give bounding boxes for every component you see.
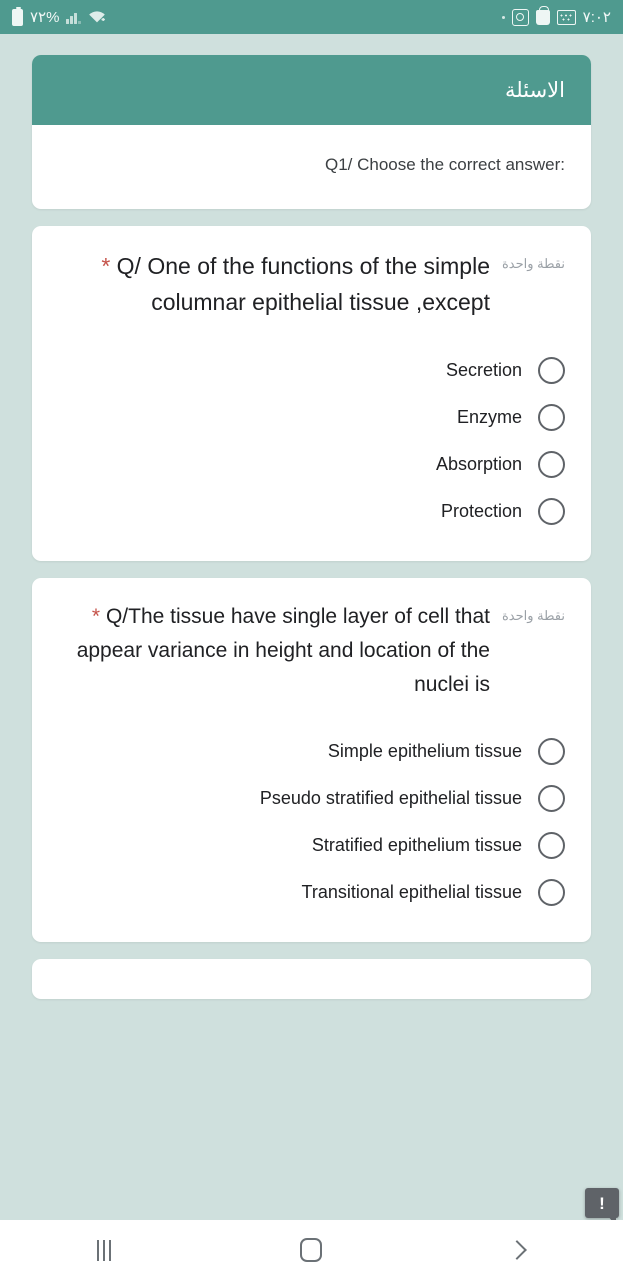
question-title: * Q/The tissue have single layer of cell…: [58, 600, 490, 702]
back-button[interactable]: [484, 1220, 554, 1280]
dot-icon: [501, 15, 505, 19]
home-icon: [300, 1238, 323, 1262]
radio-button-icon[interactable]: [538, 356, 565, 384]
option-row[interactable]: Secretion: [58, 347, 565, 394]
question-header: نقطة واحدة * Q/ One of the functions of …: [58, 248, 565, 321]
required-asterisk: *: [101, 253, 111, 279]
question-points-label: نقطة واحدة: [501, 607, 565, 623]
status-bar-right: ٧:٠٢: [501, 5, 611, 26]
report-problem-icon[interactable]: !: [585, 1188, 619, 1226]
option-row[interactable]: Absorption: [58, 441, 565, 488]
question-title: * Q/ One of the functions of the simple …: [58, 248, 490, 321]
option-label: Transitional epithelial tissue: [301, 881, 522, 902]
question-card: نقطة واحدة * Q/The tissue have single la…: [32, 577, 591, 942]
wifi-icon: [88, 10, 106, 24]
keyboard-icon: [556, 9, 576, 25]
radio-button-icon[interactable]: [538, 403, 565, 431]
recents-button[interactable]: [69, 1220, 139, 1280]
next-question-card-partial: [32, 958, 591, 999]
radio-button-icon[interactable]: [538, 497, 565, 525]
battery-icon: [12, 6, 23, 26]
back-icon: [507, 1240, 528, 1260]
signal-icon: [66, 10, 81, 24]
question-title-text: Q/The tissue have single layer of cell t…: [76, 604, 490, 696]
options-list: Secretion Enzyme Absorption Protection: [58, 347, 565, 535]
form-header-band: الاسئلة: [32, 55, 591, 125]
option-label: Protection: [440, 500, 522, 521]
question-card: نقطة واحدة * Q/ One of the functions of …: [32, 226, 591, 561]
option-label: Stratified epithelium tissue: [311, 834, 522, 855]
status-bar: ٧٢% ٧:٠٢: [0, 0, 623, 34]
option-label: Pseudo stratified epithelial tissue: [259, 787, 522, 808]
radio-button-icon[interactable]: [538, 831, 565, 859]
required-asterisk: *: [91, 604, 101, 628]
option-row[interactable]: Transitional epithelial tissue: [58, 869, 565, 916]
form-header-body: Q1/ Choose the correct answer:: [32, 125, 591, 209]
shopping-bag-icon: [535, 5, 550, 25]
report-problem-glyph: !: [599, 1193, 605, 1213]
question-title-text: Q/ One of the functions of the simple co…: [116, 253, 490, 316]
option-row[interactable]: Pseudo stratified epithelial tissue: [58, 775, 565, 822]
option-row[interactable]: Simple epithelium tissue: [58, 728, 565, 775]
option-label: Absorption: [435, 453, 522, 474]
form-scroll-area[interactable]: الاسئلة Q1/ Choose the correct answer: ن…: [0, 34, 623, 1220]
clock-label: ٧:٠٢: [582, 9, 611, 26]
option-label: Enzyme: [456, 406, 522, 427]
option-row[interactable]: Protection: [58, 488, 565, 535]
radio-button-icon[interactable]: [538, 878, 565, 906]
question-header: نقطة واحدة * Q/The tissue have single la…: [58, 600, 565, 702]
circle-square-icon: [511, 8, 529, 26]
options-list: Simple epithelium tissue Pseudo stratifi…: [58, 728, 565, 916]
battery-percent-label: ٧٢%: [30, 9, 60, 26]
form-description: Q1/ Choose the correct answer:: [324, 155, 565, 174]
radio-button-icon[interactable]: [538, 784, 565, 812]
radio-button-icon[interactable]: [538, 450, 565, 478]
option-label: Simple epithelium tissue: [327, 740, 522, 761]
status-bar-left: ٧٢%: [12, 6, 106, 26]
page-title: الاسئلة: [505, 78, 565, 102]
home-button[interactable]: [276, 1220, 346, 1280]
radio-button-icon[interactable]: [538, 737, 565, 765]
android-navigation-bar: [0, 1220, 623, 1280]
option-row[interactable]: Stratified epithelium tissue: [58, 822, 565, 869]
option-label: Secretion: [445, 359, 522, 380]
recents-icon: [96, 1239, 111, 1261]
option-row[interactable]: Enzyme: [58, 394, 565, 441]
form-header-card: الاسئلة Q1/ Choose the correct answer:: [32, 55, 591, 209]
question-points-label: نقطة واحدة: [501, 256, 565, 271]
